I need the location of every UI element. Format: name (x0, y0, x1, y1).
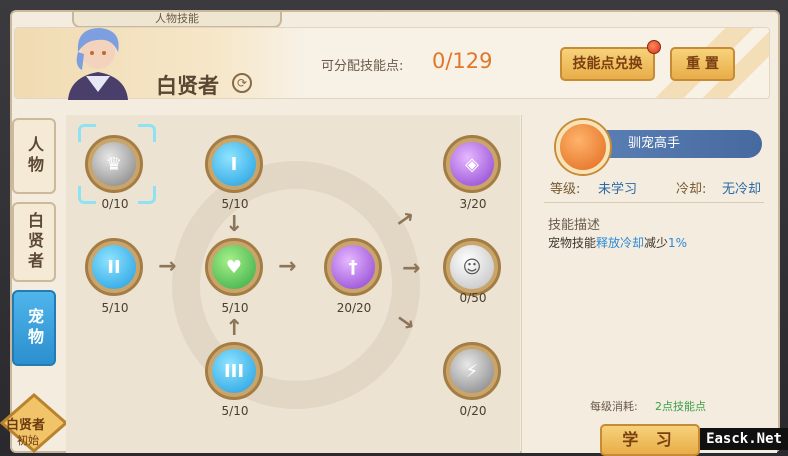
cooldown-value: 无冷却 (722, 182, 762, 197)
desc-highlight: 释放冷却 (596, 236, 645, 250)
rank-i-icon: I (212, 142, 256, 186)
beast-icon: ☺ (450, 245, 494, 289)
bolt-shield-icon: ⚡ (450, 349, 494, 393)
skill-node-blue-iii[interactable]: III (205, 342, 263, 400)
cooldown-label: 冷却: (676, 182, 707, 197)
points-value: 0/129 (432, 49, 493, 73)
arrow-right-icon: → (158, 254, 177, 279)
game-background: 人物技能 白贤者 ⟳ 可分配技能点: 0/129 技能点兑换 重 置 人物 白贤… (0, 0, 788, 456)
skill-node-count: 3/20 (459, 197, 487, 211)
tab-character[interactable]: 人物 (12, 118, 56, 194)
skill-detail-panel (521, 115, 777, 453)
desc-mid: 减少 (644, 236, 669, 250)
site-watermark: Easck.Net (700, 428, 788, 450)
notification-dot-icon (647, 40, 661, 54)
arrow-right-icon: → (402, 256, 421, 281)
sword-icon: † (331, 245, 375, 289)
rank-iii-icon: III (212, 349, 256, 393)
rank-ii-icon: II (92, 245, 136, 289)
skill-node-count: 5/10 (221, 404, 249, 418)
cost-label: 每级消耗: (590, 400, 638, 413)
skill-node-count: 0/20 (459, 404, 487, 418)
badge-title: 白贤者 (6, 418, 46, 433)
arrow-down-icon: ↓ (225, 212, 244, 237)
description-title: 技能描述 (548, 218, 601, 233)
skill-node-blue-ii[interactable]: II (85, 238, 143, 296)
character-name: 白贤者 (156, 74, 219, 98)
badge-subtitle: 初始 (17, 434, 39, 447)
skill-node-purple-shield[interactable]: ◈ (443, 135, 501, 193)
tree-watermark-icon (172, 161, 420, 409)
crown-icon: ♛ (92, 142, 136, 186)
shield-icon: ◈ (450, 142, 494, 186)
skill-node-count: 5/10 (101, 301, 129, 315)
skill-node-beast[interactable]: ☺ (443, 238, 501, 296)
heart-icon: ♥ (212, 245, 256, 289)
detail-divider (544, 202, 764, 203)
tame-master-icon (556, 120, 610, 174)
level-label: 等级: (550, 182, 581, 197)
skill-node-pet-crown[interactable]: ♛ (85, 135, 143, 193)
skill-node-bolt-shield[interactable]: ⚡ (443, 342, 501, 400)
skill-node-blue-i[interactable]: I (205, 135, 263, 193)
points-label: 可分配技能点: (321, 59, 404, 74)
skill-node-count: 5/10 (221, 197, 249, 211)
switch-chevron-icon[interactable]: ⟳ (232, 73, 252, 93)
skill-node-green-heart[interactable]: ♥ (205, 238, 263, 296)
exchange-points-button[interactable]: 技能点兑换 (560, 47, 655, 81)
arrow-up-icon: ↑ (225, 316, 244, 341)
level-value: 未学习 (598, 182, 638, 197)
skill-node-count: 0/10 (101, 197, 129, 211)
skill-node-purple-sword[interactable]: † (324, 238, 382, 296)
arrow-right-icon: → (278, 254, 297, 279)
learn-button[interactable]: 学 习 (600, 424, 700, 456)
desc-percent: 1% (668, 236, 688, 250)
character-avatar (68, 28, 128, 100)
desc-pre: 宠物技能 (548, 236, 597, 250)
tab-white-sage[interactable]: 白贤者 (12, 202, 56, 282)
skill-node-count: 20/20 (336, 301, 372, 315)
reset-button[interactable]: 重 置 (670, 47, 735, 81)
skill-node-count: 5/10 (221, 301, 249, 315)
cost-value: 2点技能点 (655, 400, 706, 413)
description-text: 宠物技能释放冷却减少1% (548, 234, 687, 251)
tab-pet[interactable]: 宠物 (12, 290, 56, 366)
skill-node-count: 0/50 (459, 291, 487, 305)
skill-name-ribbon: 驯宠高手 (592, 130, 762, 158)
